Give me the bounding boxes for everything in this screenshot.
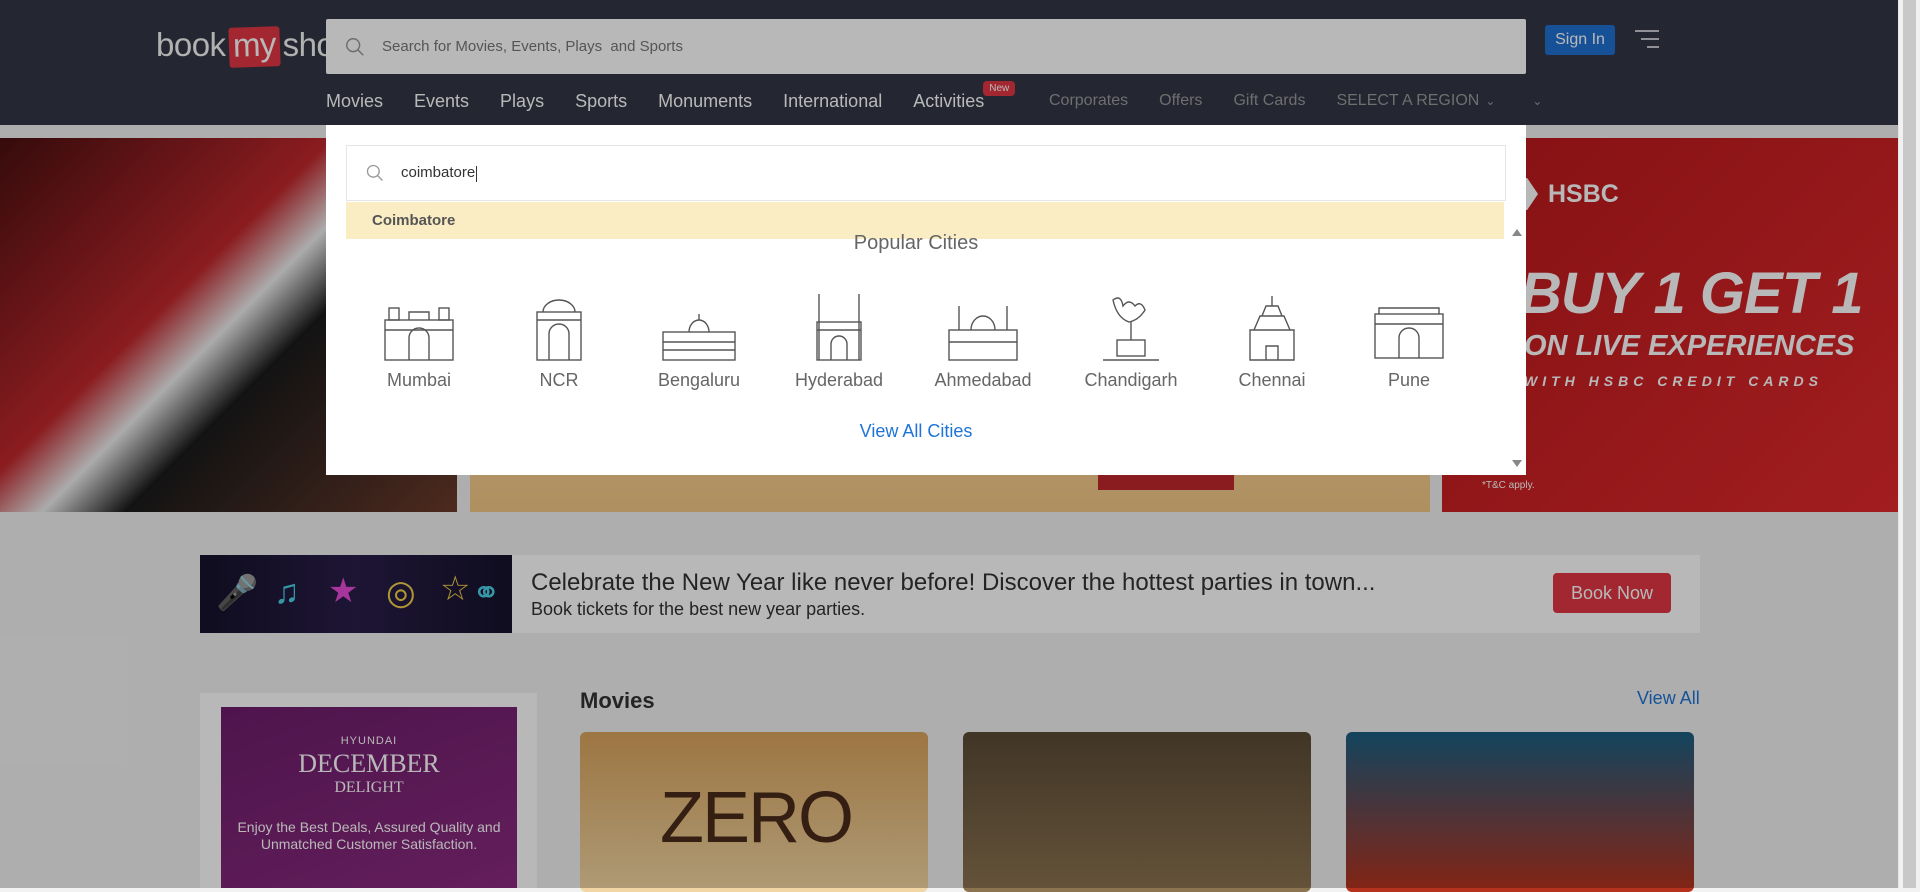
city-item-ncr[interactable]: NCR	[504, 290, 614, 391]
city-item-pune[interactable]: Pune	[1354, 290, 1464, 391]
city-name: Bengaluru	[657, 370, 741, 390]
pune-icon	[1374, 307, 1444, 359]
ahmedabad-icon	[948, 306, 1018, 361]
city-search-input[interactable]: coimbatore	[401, 164, 478, 182]
chennai-icon	[1249, 296, 1295, 361]
city-item-ahmedabad[interactable]: Ahmedabad	[928, 290, 1038, 391]
bengaluru-icon	[662, 314, 736, 361]
city-search-box[interactable]: coimbatore	[346, 145, 1506, 201]
city-name: Mumbai	[386, 370, 452, 390]
city-name: Hyderabad	[794, 370, 884, 390]
mumbai-icon	[384, 307, 454, 361]
city-name: NCR	[539, 370, 579, 390]
chandigarh-icon	[1103, 297, 1159, 361]
popular-cities-title: Popular Cities	[853, 232, 979, 254]
popular-cities-list: Mumbai NCR Bengaluru Hyderabad Ahmedabad…	[364, 290, 1464, 390]
text-caret	[476, 165, 478, 182]
hyderabad-icon	[816, 294, 862, 361]
city-search-value: coimbatore	[401, 164, 476, 182]
search-icon	[366, 164, 383, 181]
city-item-hyderabad[interactable]: Hyderabad	[784, 290, 894, 391]
city-selector-popup: coimbatore Coimbatore Popular Cities Mum…	[326, 125, 1526, 475]
popup-scrollbar[interactable]	[1508, 221, 1526, 475]
city-item-bengaluru[interactable]: Bengaluru	[644, 290, 754, 391]
page-scrollbar[interactable]	[1898, 0, 1920, 888]
city-name: Ahmedabad	[934, 370, 1032, 390]
scroll-down-arrow-icon[interactable]	[1512, 460, 1522, 467]
city-suggestion-label: Coimbatore	[372, 212, 456, 229]
city-name: Chandigarh	[1084, 370, 1178, 390]
view-all-cities-link[interactable]: View All Cities	[326, 421, 1506, 442]
scrollbar-thumb[interactable]	[1903, 0, 1916, 888]
city-name: Chennai	[1238, 370, 1306, 390]
city-item-chandigarh[interactable]: Chandigarh	[1076, 290, 1186, 391]
ncr-icon	[536, 299, 582, 361]
scroll-up-arrow-icon[interactable]	[1512, 229, 1522, 236]
city-item-mumbai[interactable]: Mumbai	[364, 290, 474, 391]
city-name: Pune	[1387, 370, 1431, 390]
city-item-chennai[interactable]: Chennai	[1217, 290, 1327, 391]
